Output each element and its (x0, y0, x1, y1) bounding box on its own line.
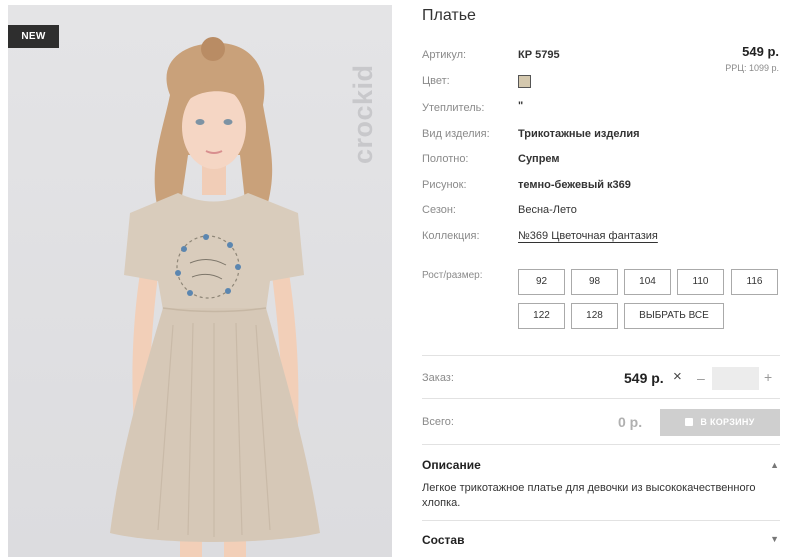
close-icon[interactable]: × (673, 368, 682, 385)
increment-button[interactable]: + (764, 369, 772, 385)
chevron-down-icon[interactable]: ▼ (770, 534, 779, 544)
divider (422, 355, 780, 356)
girl-in-dress-illustration (110, 37, 320, 557)
attr-label-article: Артикул: (422, 49, 467, 61)
size-button-116[interactable]: 116 (731, 269, 778, 295)
size-button-98[interactable]: 98 (571, 269, 618, 295)
recommended-retail-price: РРЦ: 1099 р. (725, 63, 779, 73)
order-label: Заказ: (422, 372, 454, 384)
new-badge: NEW (8, 25, 59, 48)
attr-label-pattern: Рисунок: (422, 179, 467, 191)
size-button-104[interactable]: 104 (624, 269, 671, 295)
decrement-button[interactable]: – (697, 370, 705, 386)
add-to-cart-button[interactable]: В КОРЗИНУ (660, 409, 780, 436)
add-to-cart-label: В КОРЗИНУ (700, 417, 755, 427)
size-label: Рост/размер: (422, 270, 483, 281)
attr-label-season: Сезон: (422, 204, 456, 216)
total-label: Всего: (422, 416, 454, 428)
color-swatch[interactable] (518, 75, 531, 88)
attr-value-insulation: " (518, 100, 524, 112)
attr-value-pattern: темно-бежевый к369 (518, 179, 631, 191)
brand-logo: crockid (348, 64, 378, 164)
size-button-122[interactable]: 122 (518, 303, 565, 329)
description-text: Легкое трикотажное платье для девочки из… (422, 482, 756, 509)
size-button-110[interactable]: 110 (677, 269, 724, 295)
description-title[interactable]: Описание (422, 458, 481, 472)
attr-label-type: Вид изделия: (422, 128, 490, 140)
divider (422, 520, 780, 521)
divider (422, 398, 780, 399)
collection-link[interactable]: №369 Цветочная фантазия (518, 230, 658, 242)
order-price: 549 р. (624, 370, 664, 386)
total-price: 0 р. (618, 414, 643, 430)
quantity-input[interactable] (712, 367, 759, 390)
attr-value-season: Весна-Лето (518, 204, 577, 216)
attr-value-fabric: Супрем (518, 153, 560, 165)
size-button-128[interactable]: 128 (571, 303, 618, 329)
attr-label-collection: Коллекция: (422, 230, 480, 242)
product-photo[interactable]: NEW crockid (8, 5, 392, 557)
product-price: 549 р. (742, 44, 779, 59)
attr-label-color: Цвет: (422, 75, 450, 87)
select-all-sizes-button[interactable]: ВЫБРАТЬ ВСЕ (624, 303, 724, 329)
product-title: Платье (422, 7, 476, 24)
attr-label-fabric: Полотно: (422, 153, 469, 165)
chevron-up-icon[interactable]: ▲ (770, 460, 779, 470)
attr-value-article: КР 5795 (518, 49, 560, 61)
attr-value-type: Трикотажные изделия (518, 128, 640, 140)
size-button-92[interactable]: 92 (518, 269, 565, 295)
divider (422, 444, 780, 445)
shopping-bag-icon (685, 418, 694, 426)
composition-title[interactable]: Состав (422, 533, 464, 547)
attr-label-insulation: Утеплитель: (422, 102, 485, 114)
